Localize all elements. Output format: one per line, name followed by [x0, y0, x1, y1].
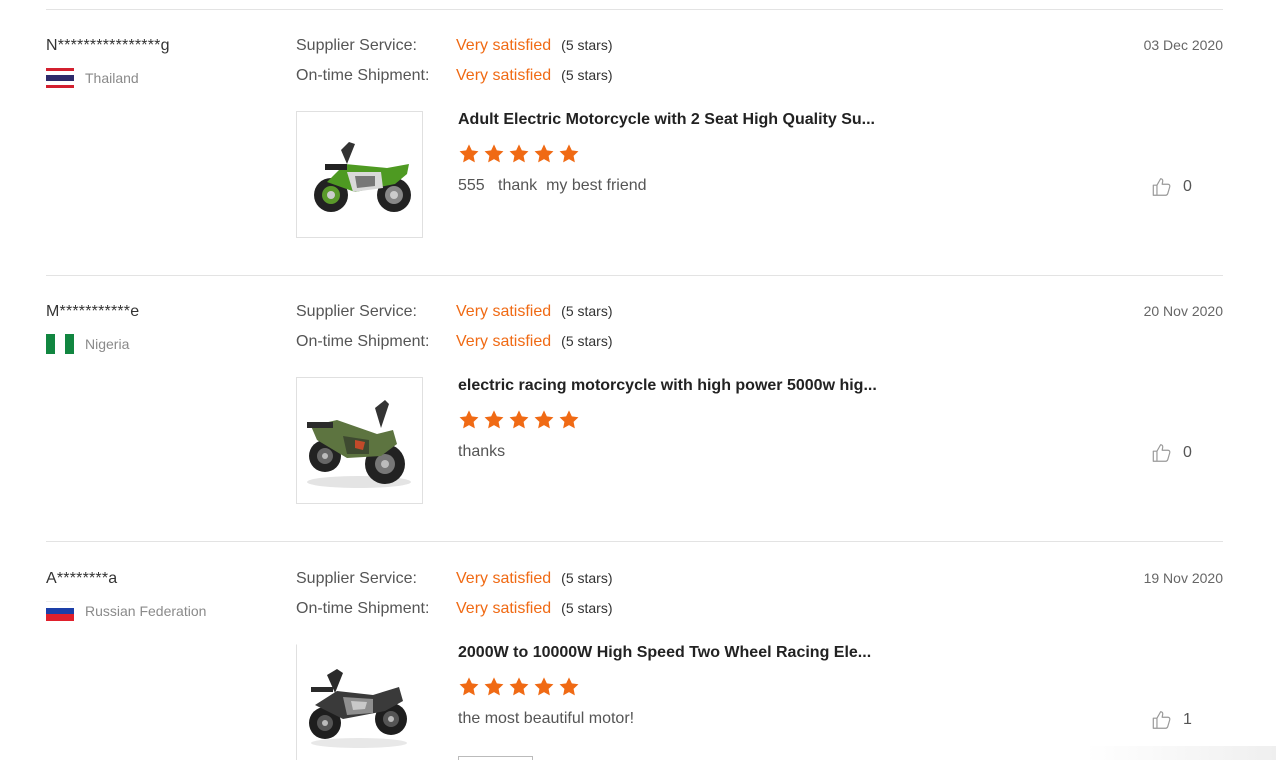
- star-icon: [459, 410, 479, 429]
- product-thumbnail[interactable]: [296, 644, 423, 760]
- review-text: 555 thank my best friend: [458, 177, 647, 194]
- supplier-service-value: Very satisfied: [456, 570, 552, 587]
- buyer-name: M***********e: [46, 303, 140, 320]
- star-icon: [534, 410, 554, 429]
- star-icon: [509, 144, 529, 163]
- russia-flag-icon: [46, 601, 74, 621]
- product-title-link[interactable]: Adult Electric Motorcycle with 2 Seat Hi…: [458, 111, 875, 129]
- review-divider: [46, 541, 1223, 542]
- bottom-fade: [1086, 746, 1276, 760]
- shipment-rating: On-time Shipment: Very satisfied (5 star…: [296, 600, 613, 618]
- review-date: 03 Dec 2020: [1143, 37, 1223, 53]
- star-icon: [559, 410, 579, 429]
- motorcycle-image: [307, 400, 411, 488]
- review-item: N****************g Thailand Supplier Ser…: [46, 10, 1223, 276]
- review-item: A********a Russian Federation Supplier S…: [46, 543, 1223, 760]
- review-date: 19 Nov 2020: [1143, 570, 1223, 586]
- shipment-value: Very satisfied: [456, 333, 552, 350]
- star-icon: [459, 677, 479, 696]
- shipment-label: On-time Shipment:: [296, 333, 430, 350]
- country-name: Thailand: [85, 70, 139, 86]
- star-icon: [484, 677, 504, 696]
- review-date: 20 Nov 2020: [1143, 303, 1223, 319]
- motorcycle-image: [314, 142, 411, 212]
- product-thumbnail[interactable]: [296, 111, 423, 238]
- nigeria-flag-icon: [46, 334, 74, 354]
- star-icon: [509, 410, 529, 429]
- country-name: Russian Federation: [85, 603, 207, 619]
- supplier-service-stars: (5 stars): [561, 37, 613, 53]
- supplier-service-label: Supplier Service:: [296, 303, 417, 320]
- buyer-name: A********a: [46, 570, 118, 587]
- star-icon: [534, 677, 554, 696]
- product-title-link[interactable]: 2000W to 10000W High Speed Two Wheel Rac…: [458, 644, 871, 662]
- shipment-value: Very satisfied: [456, 67, 552, 84]
- product-title-link[interactable]: electric racing motorcycle with high pow…: [458, 377, 877, 395]
- supplier-service-label: Supplier Service:: [296, 570, 417, 587]
- review-text: thanks: [458, 443, 506, 460]
- shipment-label: On-time Shipment:: [296, 600, 430, 617]
- buyer-country: Nigeria: [46, 334, 129, 354]
- shipment-stars: (5 stars): [561, 600, 613, 616]
- motorcycle-image: [309, 669, 407, 748]
- thumbs-up-icon: [1152, 178, 1171, 196]
- thumbs-up-icon: [1152, 711, 1171, 729]
- supplier-service-value: Very satisfied: [456, 303, 552, 320]
- shipment-stars: (5 stars): [561, 333, 613, 349]
- buyer-country: Russian Federation: [46, 601, 206, 621]
- review-attachment-thumbnail[interactable]: [458, 756, 533, 760]
- review-text: the most beautiful motor!: [458, 710, 635, 727]
- like-count: 1: [1183, 711, 1192, 728]
- star-icon: [509, 677, 529, 696]
- shipment-rating: On-time Shipment: Very satisfied (5 star…: [296, 333, 613, 351]
- buyer-country: Thailand: [46, 68, 139, 88]
- shipment-stars: (5 stars): [561, 67, 613, 83]
- like-button[interactable]: 1: [1151, 709, 1192, 731]
- supplier-service-stars: (5 stars): [561, 570, 613, 586]
- supplier-service-value: Very satisfied: [456, 37, 552, 54]
- supplier-service-rating: Supplier Service: Very satisfied (5 star…: [296, 570, 613, 588]
- like-count: 0: [1183, 178, 1192, 195]
- country-name: Nigeria: [85, 336, 130, 352]
- like-button[interactable]: 0: [1151, 442, 1192, 464]
- supplier-service-rating: Supplier Service: Very satisfied (5 star…: [296, 303, 613, 321]
- buyer-name: N****************g: [46, 37, 170, 54]
- supplier-service-rating: Supplier Service: Very satisfied (5 star…: [296, 37, 613, 55]
- shipment-value: Very satisfied: [456, 600, 552, 617]
- supplier-service-label: Supplier Service:: [296, 37, 417, 54]
- star-icon: [459, 144, 479, 163]
- star-icon: [484, 410, 504, 429]
- shipment-rating: On-time Shipment: Very satisfied (5 star…: [296, 67, 613, 85]
- review-item: M***********e Nigeria Supplier Service: …: [46, 276, 1223, 542]
- shipment-label: On-time Shipment:: [296, 67, 430, 84]
- star-icon: [484, 144, 504, 163]
- thailand-flag-icon: [46, 68, 74, 88]
- thumbs-up-icon: [1152, 444, 1171, 462]
- supplier-service-stars: (5 stars): [561, 303, 613, 319]
- product-rating-stars: [458, 143, 580, 165]
- product-thumbnail[interactable]: [296, 377, 423, 504]
- star-icon: [534, 144, 554, 163]
- star-icon: [559, 677, 579, 696]
- star-icon: [559, 144, 579, 163]
- like-count: 0: [1183, 444, 1192, 461]
- like-button[interactable]: 0: [1151, 176, 1192, 198]
- product-rating-stars: [458, 409, 580, 431]
- product-rating-stars: [458, 676, 580, 698]
